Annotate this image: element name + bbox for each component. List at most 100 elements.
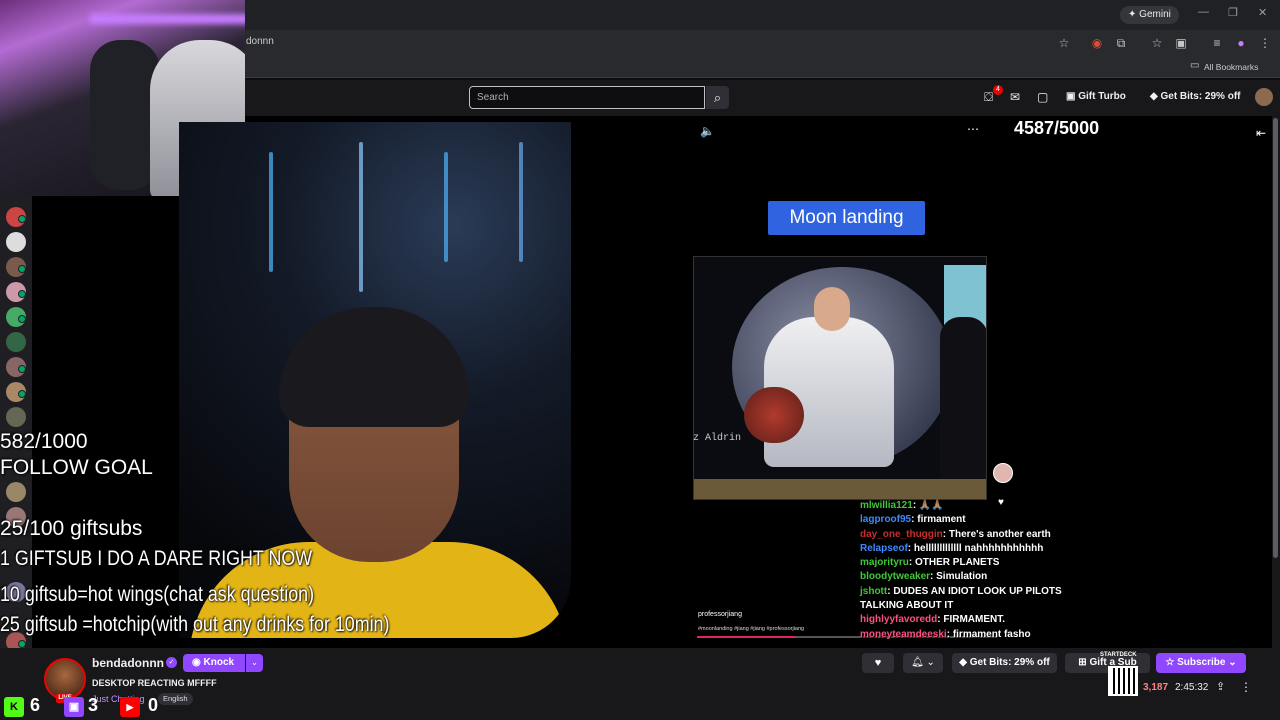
chat-message: mlwillia121: 🙏🏽🙏🏽 <box>860 499 1150 513</box>
streamer-name[interactable]: bendadonnn <box>92 656 164 670</box>
extensions-icon[interactable]: ⧉ <box>1112 34 1130 52</box>
extension-record-icon[interactable]: ◉ <box>1088 34 1106 52</box>
chat-username[interactable]: Relapseof <box>860 543 908 554</box>
youtube-icon: ▶ <box>120 697 140 717</box>
chat-username[interactable]: moneyteamdeeski <box>860 629 947 640</box>
notification-badge: 4 <box>993 85 1003 95</box>
sidebar-channel-avatar[interactable] <box>6 332 26 352</box>
chevron-down-icon: ⌄ <box>1228 657 1237 668</box>
volume-icon[interactable]: 🔈 <box>700 124 715 138</box>
kick-icon: K <box>4 697 24 717</box>
stream-title: DESKTOP REACTING MFFFF <box>92 678 217 688</box>
knock-icon: ◉ <box>192 657 201 668</box>
collapse-chat-icon[interactable]: ⇤ <box>1256 126 1266 140</box>
chat-username[interactable]: day_one_thuggin <box>860 529 943 540</box>
follow-count: 582/1000 <box>0 430 88 453</box>
gift-turbo-label: Gift Turbo <box>1078 91 1126 102</box>
desk <box>694 479 986 499</box>
search-icon: ⌕ <box>713 90 722 105</box>
chat-text: Simulation <box>936 571 988 583</box>
chat-username[interactable]: mlwillia121 <box>860 500 913 511</box>
qr-code <box>1108 666 1138 696</box>
chat-overlay: mlwillia121: 🙏🏽🙏🏽 lagproof95: firmament da… <box>860 499 1150 642</box>
chat-message: day_one_thuggin: There's another earth <box>860 528 1150 542</box>
city-light <box>444 152 448 262</box>
stream-uptime: 2:45:32 <box>1175 682 1209 693</box>
sidebar-channel-avatar[interactable] <box>6 407 26 427</box>
heart-icon: ♥ <box>874 657 882 669</box>
city-light <box>269 152 273 272</box>
chevron-down-icon: ⌄ <box>251 658 258 667</box>
chat-username[interactable]: highlyyfavoredd <box>860 614 937 625</box>
folder-icon: ▭ <box>1190 60 1200 71</box>
led-light <box>90 14 245 24</box>
clip-author: professorjiang <box>698 611 742 618</box>
close-icon[interactable]: ✕ <box>1258 6 1267 19</box>
giftsub-goal: 25/100 giftsubs <box>0 517 143 540</box>
get-bits-button[interactable]: ◆ Get Bits: 29% off <box>952 653 1057 673</box>
share-icon[interactable]: ⇪ <box>1216 680 1225 693</box>
browser-menu-icon[interactable]: ⋮ <box>1256 34 1274 52</box>
chat-text: FIRMAMENT. <box>943 614 1006 626</box>
scrollbar-thumb[interactable] <box>1273 118 1278 558</box>
chat-username[interactable]: bloodytweaker <box>860 571 930 582</box>
chat-message: highlyyfavoredd: FIRMAMENT. <box>860 613 1150 627</box>
city-light <box>359 142 363 292</box>
chat-username[interactable]: majorityru <box>860 557 909 568</box>
knock-button[interactable]: ◉ Knock <box>183 654 245 672</box>
more-options-icon[interactable]: ⋮ <box>1240 680 1252 694</box>
whispers-icon[interactable]: ▢ <box>1037 90 1048 104</box>
gemini-button[interactable]: ✦ Gemini <box>1120 6 1179 24</box>
chat-text: 🙏🏽🙏🏽 <box>918 500 944 511</box>
chat-message: jshott: DUDES AN IDIOT LOOK UP PILOTS TA… <box>860 585 1100 614</box>
gemini-label: Gemini <box>1139 9 1171 20</box>
live-dot <box>18 365 26 373</box>
bell-icon: 🔔︎ ⌄ <box>911 657 935 668</box>
clip-author-avatar[interactable] <box>993 463 1013 483</box>
live-dot <box>18 290 26 298</box>
astronaut-helmet <box>744 387 804 443</box>
chat-username[interactable]: jshott <box>860 586 887 597</box>
knock-dropdown[interactable]: ⌄ <box>246 654 263 672</box>
tab-search-icon[interactable]: ▣ <box>1172 34 1190 52</box>
sidebar-channel-avatar[interactable] <box>6 482 26 502</box>
gift-turbo-button[interactable]: ▣ Gift Turbo <box>1066 88 1126 106</box>
get-bits-nav-label: Get Bits: 29% off <box>1160 91 1241 102</box>
profile-icon[interactable]: ● <box>1232 34 1250 52</box>
photo-caption: z Aldrin <box>693 433 742 444</box>
hot-chip-text: 25 giftsub =hotchip(with out any drinks … <box>0 613 390 636</box>
youtube-count: 0 <box>148 695 159 715</box>
more-options-icon[interactable]: ⋯ <box>967 122 979 136</box>
notifications-icon[interactable]: ⛋ <box>984 90 993 105</box>
sidebar-channel-avatar[interactable] <box>6 232 26 252</box>
viewer-count: 3,187 <box>1143 682 1169 693</box>
inbox-icon[interactable]: ✉ <box>1010 90 1020 104</box>
subscribe-button[interactable]: ☆ Subscribe ⌄ <box>1156 653 1246 673</box>
all-bookmarks-link[interactable]: All Bookmarks <box>1204 62 1258 72</box>
city-light <box>519 142 523 262</box>
url-text[interactable]: donnn <box>246 36 274 47</box>
search-button[interactable]: ⌕ <box>706 86 729 109</box>
sub-goal-counter: 4587/5000 <box>1014 118 1100 138</box>
bookmarks-icon[interactable]: ☆ <box>1148 34 1166 52</box>
user-avatar[interactable] <box>1255 88 1273 106</box>
chat-username[interactable]: lagproof95 <box>860 514 911 525</box>
chat-message: majorityru: OTHER PLANETS <box>860 556 1150 570</box>
kick-count: 6 <box>30 695 41 715</box>
minimize-icon[interactable]: — <box>1198 6 1209 18</box>
chat-text: helllllllllllll nahhhhhhhhhhh <box>913 542 1044 554</box>
reading-list-icon[interactable]: ≡ <box>1208 34 1226 52</box>
chat-message: bloodytweaker: Simulation <box>860 570 1150 584</box>
language-tag[interactable]: English <box>158 693 193 705</box>
follow-heart-button[interactable]: ♥ <box>862 653 894 673</box>
live-dot <box>18 640 26 648</box>
chat-text: OTHER PLANETS <box>915 557 1000 569</box>
astronaut-face <box>814 287 850 331</box>
notification-bell-button[interactable]: 🔔︎ ⌄ <box>903 653 943 673</box>
dare-text: 1 GIFTSUB I DO A DARE RIGHT NOW <box>0 547 313 570</box>
hot-wings-text: 10 giftsub=hot wings(chat ask question) <box>0 583 315 606</box>
verified-icon: ✓ <box>166 657 177 668</box>
maximize-icon[interactable]: ❐ <box>1228 6 1238 19</box>
get-bits-nav-button[interactable]: ◆ Get Bits: 29% off <box>1150 88 1241 106</box>
bookmark-star-icon[interactable]: ☆ <box>1055 34 1073 52</box>
